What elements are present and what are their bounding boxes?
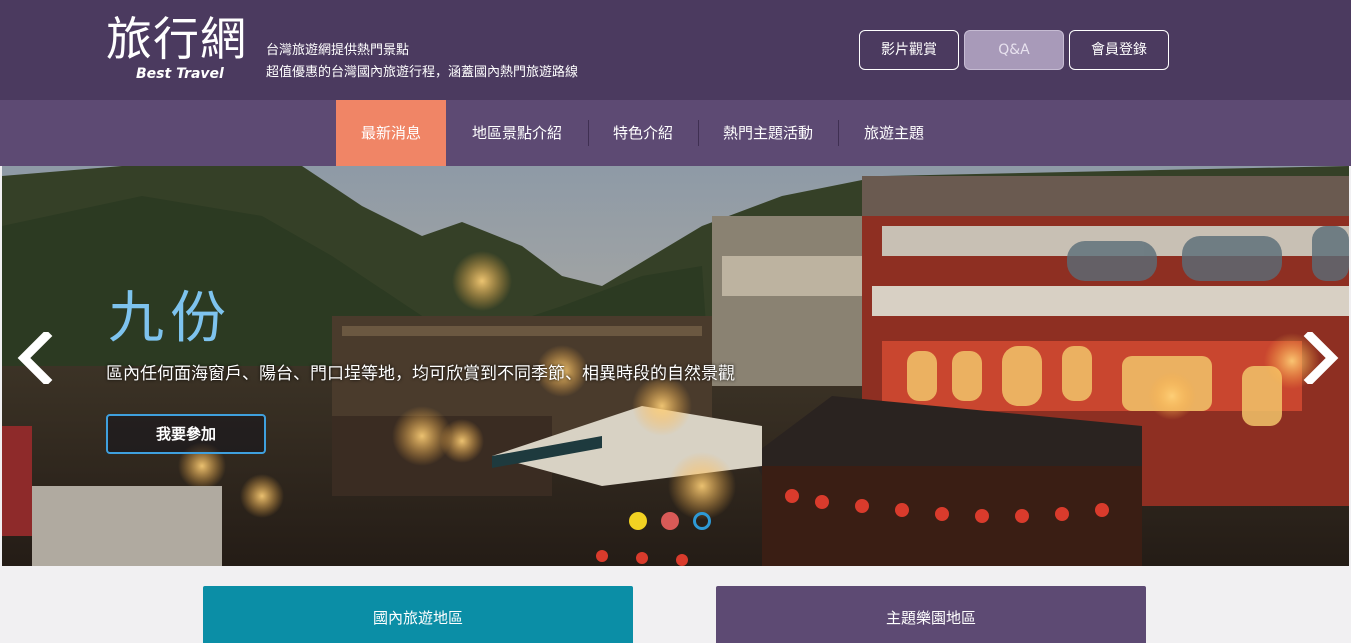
nav-item-travel-themes[interactable]: 旅遊主題 — [844, 100, 944, 166]
qa-button[interactable]: Q&A — [964, 30, 1064, 70]
nav-item-theme-events[interactable]: 熱門主題活動 — [704, 100, 832, 166]
tagline-line-2: 超值優惠的台灣國內旅遊行程，涵蓋國內熱門旅遊路線 — [266, 65, 579, 80]
nav-divider — [588, 120, 589, 146]
chevron-left-icon[interactable] — [14, 332, 58, 384]
site-tagline: 台灣旅遊網提供熱門景點 超值優惠的台灣國內旅遊行程，涵蓋國內熱門旅遊路線 — [266, 40, 578, 84]
logo-title: 旅行網 — [106, 12, 247, 66]
slide-dot-1[interactable] — [629, 512, 647, 530]
nav-divider — [838, 120, 839, 146]
domestic-travel-card[interactable]: 國內旅遊地區 — [203, 586, 633, 643]
logo-subtitle: Best Travel — [136, 66, 224, 82]
hero-title: 九份 — [108, 286, 232, 351]
site-logo[interactable]: 旅行網 Best Travel — [106, 12, 256, 84]
main-nav: 最新消息 地區景點介紹 特色介紹 熱門主題活動 旅遊主題 — [0, 100, 1351, 166]
slide-dot-3[interactable] — [693, 512, 711, 530]
hero-description: 區內任何面海窗戶、陽台、門口埕等地，均可欣賞到不同季節、相異時段的自然景觀 — [106, 364, 735, 384]
tagline-line-1: 台灣旅遊網提供熱門景點 — [266, 43, 410, 58]
nav-item-news[interactable]: 最新消息 — [336, 100, 446, 166]
hero-slider: 九份 區內任何面海窗戶、陽台、門口埕等地，均可欣賞到不同季節、相異時段的自然景觀… — [2, 166, 1349, 566]
site-header: 旅行網 Best Travel 台灣旅遊網提供熱門景點 超值優惠的台灣國內旅遊行… — [0, 0, 1351, 100]
video-button[interactable]: 影片觀賞 — [859, 30, 959, 70]
chevron-right-icon[interactable] — [1298, 332, 1342, 384]
nav-divider — [698, 120, 699, 146]
nav-item-region-spots[interactable]: 地區景點介紹 — [452, 100, 582, 166]
theme-park-card[interactable]: 主題樂園地區 — [716, 586, 1146, 643]
join-button[interactable]: 我要參加 — [106, 414, 266, 454]
slide-dot-2[interactable] — [661, 512, 679, 530]
member-login-button[interactable]: 會員登錄 — [1069, 30, 1169, 70]
nav-item-features[interactable]: 特色介紹 — [594, 100, 692, 166]
